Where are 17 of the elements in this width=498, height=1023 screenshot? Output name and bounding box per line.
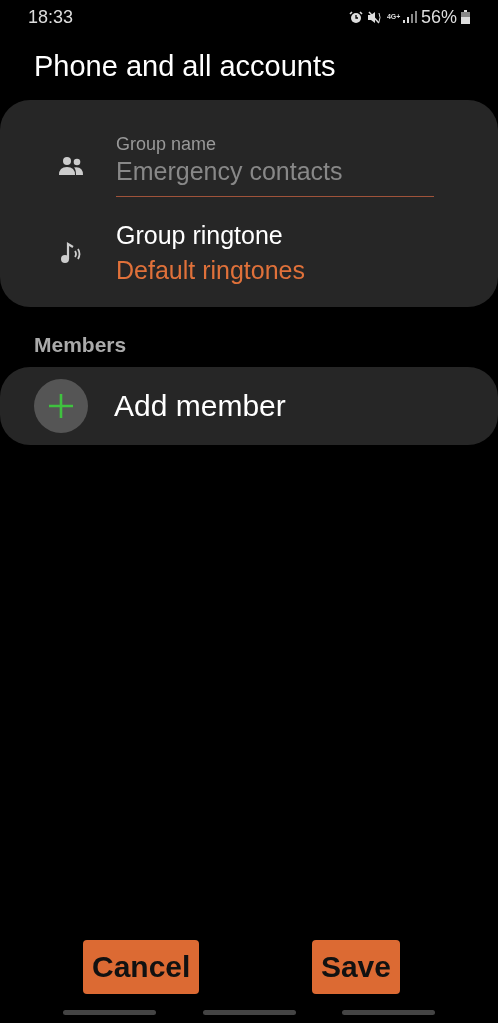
- signal-icon: [402, 11, 417, 23]
- save-button[interactable]: Save: [311, 940, 400, 994]
- add-member-button[interactable]: Add member: [0, 367, 498, 445]
- mute-icon: [366, 10, 383, 24]
- ringtone-title: Group ringtone: [116, 221, 284, 250]
- group-name-field[interactable]: Emergency contacts: [116, 155, 434, 197]
- ringtone-setting[interactable]: Group ringtone Default ringtones: [0, 221, 498, 285]
- alarm-icon: [348, 10, 363, 24]
- status-time: 18:33: [28, 6, 74, 28]
- field-label: Group name: [116, 134, 218, 155]
- plus-icon: [34, 379, 88, 433]
- ringtone-value: Default ringtones: [116, 256, 305, 285]
- battery-percent: 56%: [420, 6, 457, 28]
- battery-icon: [461, 10, 470, 24]
- cancel-button[interactable]: Cancel: [83, 940, 200, 994]
- section-heading: Members: [33, 332, 128, 358]
- page-title: Phone and all accounts: [33, 49, 337, 84]
